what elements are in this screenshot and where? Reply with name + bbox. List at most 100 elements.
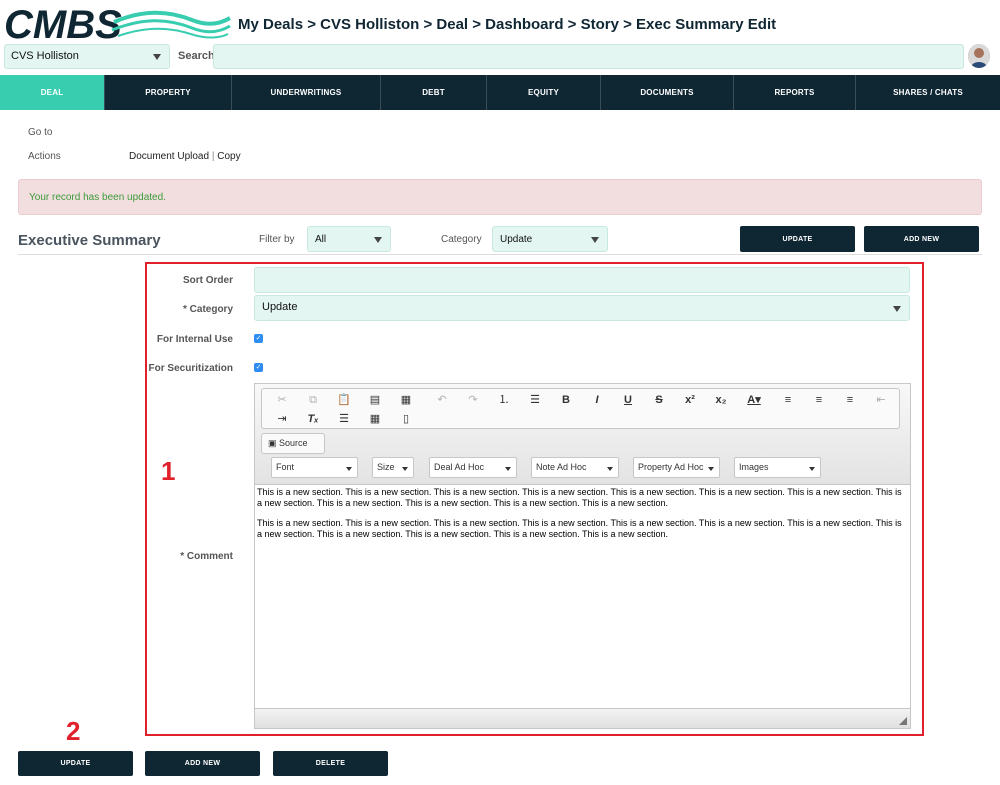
filter-select[interactable]: All xyxy=(307,226,391,252)
nav-equity[interactable]: EQUITY xyxy=(486,75,600,110)
table-icon[interactable]: ▦ xyxy=(365,411,385,427)
annotation-2: 2 xyxy=(66,716,81,746)
subscript-icon[interactable]: x₂ xyxy=(711,392,731,408)
size-combo-label: Size xyxy=(377,462,395,472)
nav-debt[interactable]: DEBT xyxy=(380,75,486,110)
filter-select-value: All xyxy=(315,234,327,245)
deal-ad-hoc-label: Deal Ad Hoc xyxy=(434,462,485,472)
chevron-down-icon xyxy=(708,467,714,471)
category-filter-value: Update xyxy=(500,234,533,245)
actions-separator: | xyxy=(211,151,215,162)
align-left-icon[interactable]: ≡ xyxy=(778,392,798,408)
size-combo[interactable]: Size xyxy=(372,457,414,478)
bulleted-list-icon[interactable]: ☰ xyxy=(525,392,545,408)
cmbs-logo[interactable]: CMBS xyxy=(2,2,232,44)
source-label: Source xyxy=(279,438,308,448)
securitization-checkbox[interactable]: ✓ xyxy=(254,363,263,372)
source-button[interactable]: ▣ Source xyxy=(261,433,325,454)
property-ad-hoc-label: Property Ad Hoc xyxy=(638,462,704,472)
comment-label: * Comment xyxy=(180,551,233,562)
chevron-down-icon xyxy=(505,467,511,471)
rich-text-editor[interactable]: ✂ ⧉ 📋 ▤ ▦ ↶ ↷ ⒈ ☰ B I U S x² x₂ A▾ ≡ ≡ ≡… xyxy=(254,383,911,729)
editor-content[interactable]: This is a new section. This is a new sec… xyxy=(257,487,907,549)
chevron-down-icon xyxy=(809,467,815,471)
chevron-down-icon xyxy=(346,467,352,471)
internal-use-checkbox[interactable]: ✓ xyxy=(254,334,263,343)
editor-toolbar-area: ✂ ⧉ 📋 ▤ ▦ ↶ ↷ ⒈ ☰ B I U S x² x₂ A▾ ≡ ≡ ≡… xyxy=(255,384,910,485)
chevron-down-icon xyxy=(153,54,161,60)
goto-label: Go to xyxy=(28,127,53,138)
document-upload-link[interactable]: Document Upload xyxy=(129,151,209,162)
editor-footer xyxy=(255,708,910,728)
search-label: Search xyxy=(178,50,215,62)
align-center-icon[interactable]: ≡ xyxy=(809,392,829,408)
copy-link[interactable]: Copy xyxy=(217,151,240,162)
nav-underwritings[interactable]: UNDERWRITINGS xyxy=(231,75,380,110)
underline-icon[interactable]: U xyxy=(618,392,638,408)
resize-handle-icon[interactable] xyxy=(899,717,907,725)
note-ad-hoc-combo[interactable]: Note Ad Hoc xyxy=(531,457,619,478)
category-filter-select[interactable]: Update xyxy=(492,226,608,252)
chevron-down-icon xyxy=(374,237,382,243)
nav-reports[interactable]: REPORTS xyxy=(733,75,855,110)
svg-text:CMBS: CMBS xyxy=(4,3,122,44)
chevron-down-icon xyxy=(893,306,901,312)
avatar[interactable] xyxy=(968,44,990,68)
nav-deal[interactable]: DEAL xyxy=(0,75,104,110)
category-select-value: Update xyxy=(262,301,298,313)
sort-order-label: Sort Order xyxy=(182,275,233,286)
property-ad-hoc-combo[interactable]: Property Ad Hoc xyxy=(633,457,720,478)
category-filter-label: Category xyxy=(441,234,482,245)
page-break-icon[interactable]: ▯ xyxy=(396,411,416,427)
divider xyxy=(18,254,982,255)
superscript-icon[interactable]: x² xyxy=(680,392,700,408)
add-new-button[interactable]: ADD NEW xyxy=(145,751,260,776)
note-ad-hoc-label: Note Ad Hoc xyxy=(536,462,587,472)
securitization-label: For Securitization xyxy=(148,363,233,374)
category-select[interactable]: Update xyxy=(254,295,910,321)
text-color-icon[interactable]: A▾ xyxy=(744,392,764,408)
category-label: * Category xyxy=(182,304,233,315)
add-new-button-top[interactable]: ADD NEW xyxy=(864,226,979,252)
align-right-icon[interactable]: ≡ xyxy=(840,392,860,408)
redo-icon[interactable]: ↷ xyxy=(463,392,483,408)
cut-icon[interactable]: ✂ xyxy=(272,392,292,408)
numbered-list-icon[interactable]: ⒈ xyxy=(494,392,514,408)
paste-text-icon[interactable]: ▤ xyxy=(365,392,385,408)
source-icon: ▣ xyxy=(268,438,277,448)
copy-icon[interactable]: ⧉ xyxy=(303,392,323,408)
remove-format-icon[interactable]: Tₓ xyxy=(303,411,323,427)
deal-select[interactable]: CVS Holliston xyxy=(4,44,170,69)
nav-shares-chats[interactable]: SHARES / CHATS xyxy=(855,75,1000,110)
update-button[interactable]: UPDATE xyxy=(18,751,133,776)
main-nav: DEAL PROPERTY UNDERWRITINGS DEBT EQUITY … xyxy=(0,75,1000,110)
nav-documents[interactable]: DOCUMENTS xyxy=(600,75,733,110)
internal-use-label: For Internal Use xyxy=(156,334,233,345)
breadcrumb[interactable]: My Deals > CVS Holliston > Deal > Dashbo… xyxy=(238,16,776,33)
horizontal-rule-icon[interactable]: ☰ xyxy=(334,411,354,427)
deal-ad-hoc-combo[interactable]: Deal Ad Hoc xyxy=(429,457,517,478)
chevron-down-icon xyxy=(607,467,613,471)
strike-icon[interactable]: S xyxy=(649,392,669,408)
editor-paragraph: This is a new section. This is a new sec… xyxy=(257,518,902,539)
paste-icon[interactable]: 📋 xyxy=(334,392,354,408)
search-input[interactable] xyxy=(213,44,964,69)
actions-links: Document Upload | Copy xyxy=(129,151,241,162)
italic-icon[interactable]: I xyxy=(587,392,607,408)
actions-label: Actions xyxy=(28,151,61,162)
bold-icon[interactable]: B xyxy=(556,392,576,408)
font-combo[interactable]: Font xyxy=(271,457,358,478)
chevron-down-icon xyxy=(591,237,599,243)
nav-property[interactable]: PROPERTY xyxy=(104,75,231,110)
paste-word-icon[interactable]: ▦ xyxy=(396,392,416,408)
delete-button[interactable]: DELETE xyxy=(273,751,388,776)
update-button-top[interactable]: UPDATE xyxy=(740,226,855,252)
deal-select-value: CVS Holliston xyxy=(11,50,79,62)
images-combo[interactable]: Images xyxy=(734,457,821,478)
section-title: Executive Summary xyxy=(18,232,161,249)
undo-icon[interactable]: ↶ xyxy=(432,392,452,408)
sort-order-input[interactable] xyxy=(254,267,910,293)
indent-icon[interactable]: ⇥ xyxy=(272,411,292,427)
annotation-1: 1 xyxy=(161,456,176,486)
outdent-icon[interactable]: ⇤ xyxy=(871,392,891,408)
